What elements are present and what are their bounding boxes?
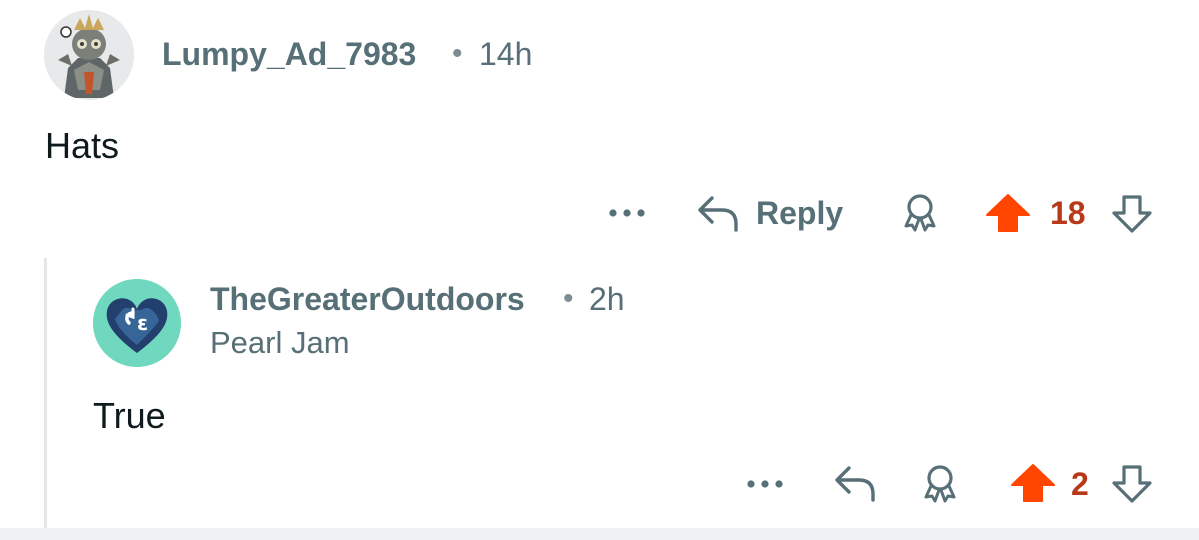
upvote-icon[interactable] (1010, 463, 1056, 503)
comment-timestamp[interactable]: 2h (589, 281, 625, 318)
downvote-icon[interactable] (1110, 193, 1154, 235)
avatar[interactable]: ɛ (93, 279, 181, 367)
meta-separator: • (563, 282, 574, 315)
more-icon[interactable] (745, 472, 785, 496)
comment-author[interactable]: Lumpy_Ad_7983 (162, 36, 416, 73)
avatar-image: ɛ (93, 279, 181, 367)
reply-label: Reply (756, 195, 844, 231)
thread-line[interactable] (44, 258, 47, 528)
divider (0, 528, 1199, 540)
downvote-icon[interactable] (1110, 463, 1154, 505)
reply-icon[interactable] (833, 464, 877, 504)
avatar-image (44, 10, 134, 100)
comment-author[interactable]: TheGreaterOutdoors (210, 281, 525, 318)
upvote-icon[interactable] (985, 193, 1031, 233)
award-icon[interactable] (918, 463, 962, 507)
comment-body: Hats (45, 125, 120, 166)
avatar[interactable] (44, 10, 134, 100)
user-flair: Pearl Jam (210, 325, 350, 360)
award-icon[interactable] (898, 192, 942, 236)
comment-thread: Lumpy_Ad_7983 • 14h Hats Reply 18 ɛ TheG… (0, 0, 1199, 540)
meta-separator: • (452, 37, 463, 70)
comment-timestamp[interactable]: 14h (479, 36, 532, 73)
vote-count: 2 (1071, 466, 1089, 502)
vote-count: 18 (1050, 195, 1086, 231)
reply-icon (696, 194, 740, 234)
comment-body: True (93, 395, 166, 436)
svg-text:ɛ: ɛ (137, 311, 148, 335)
more-icon[interactable] (607, 201, 647, 225)
